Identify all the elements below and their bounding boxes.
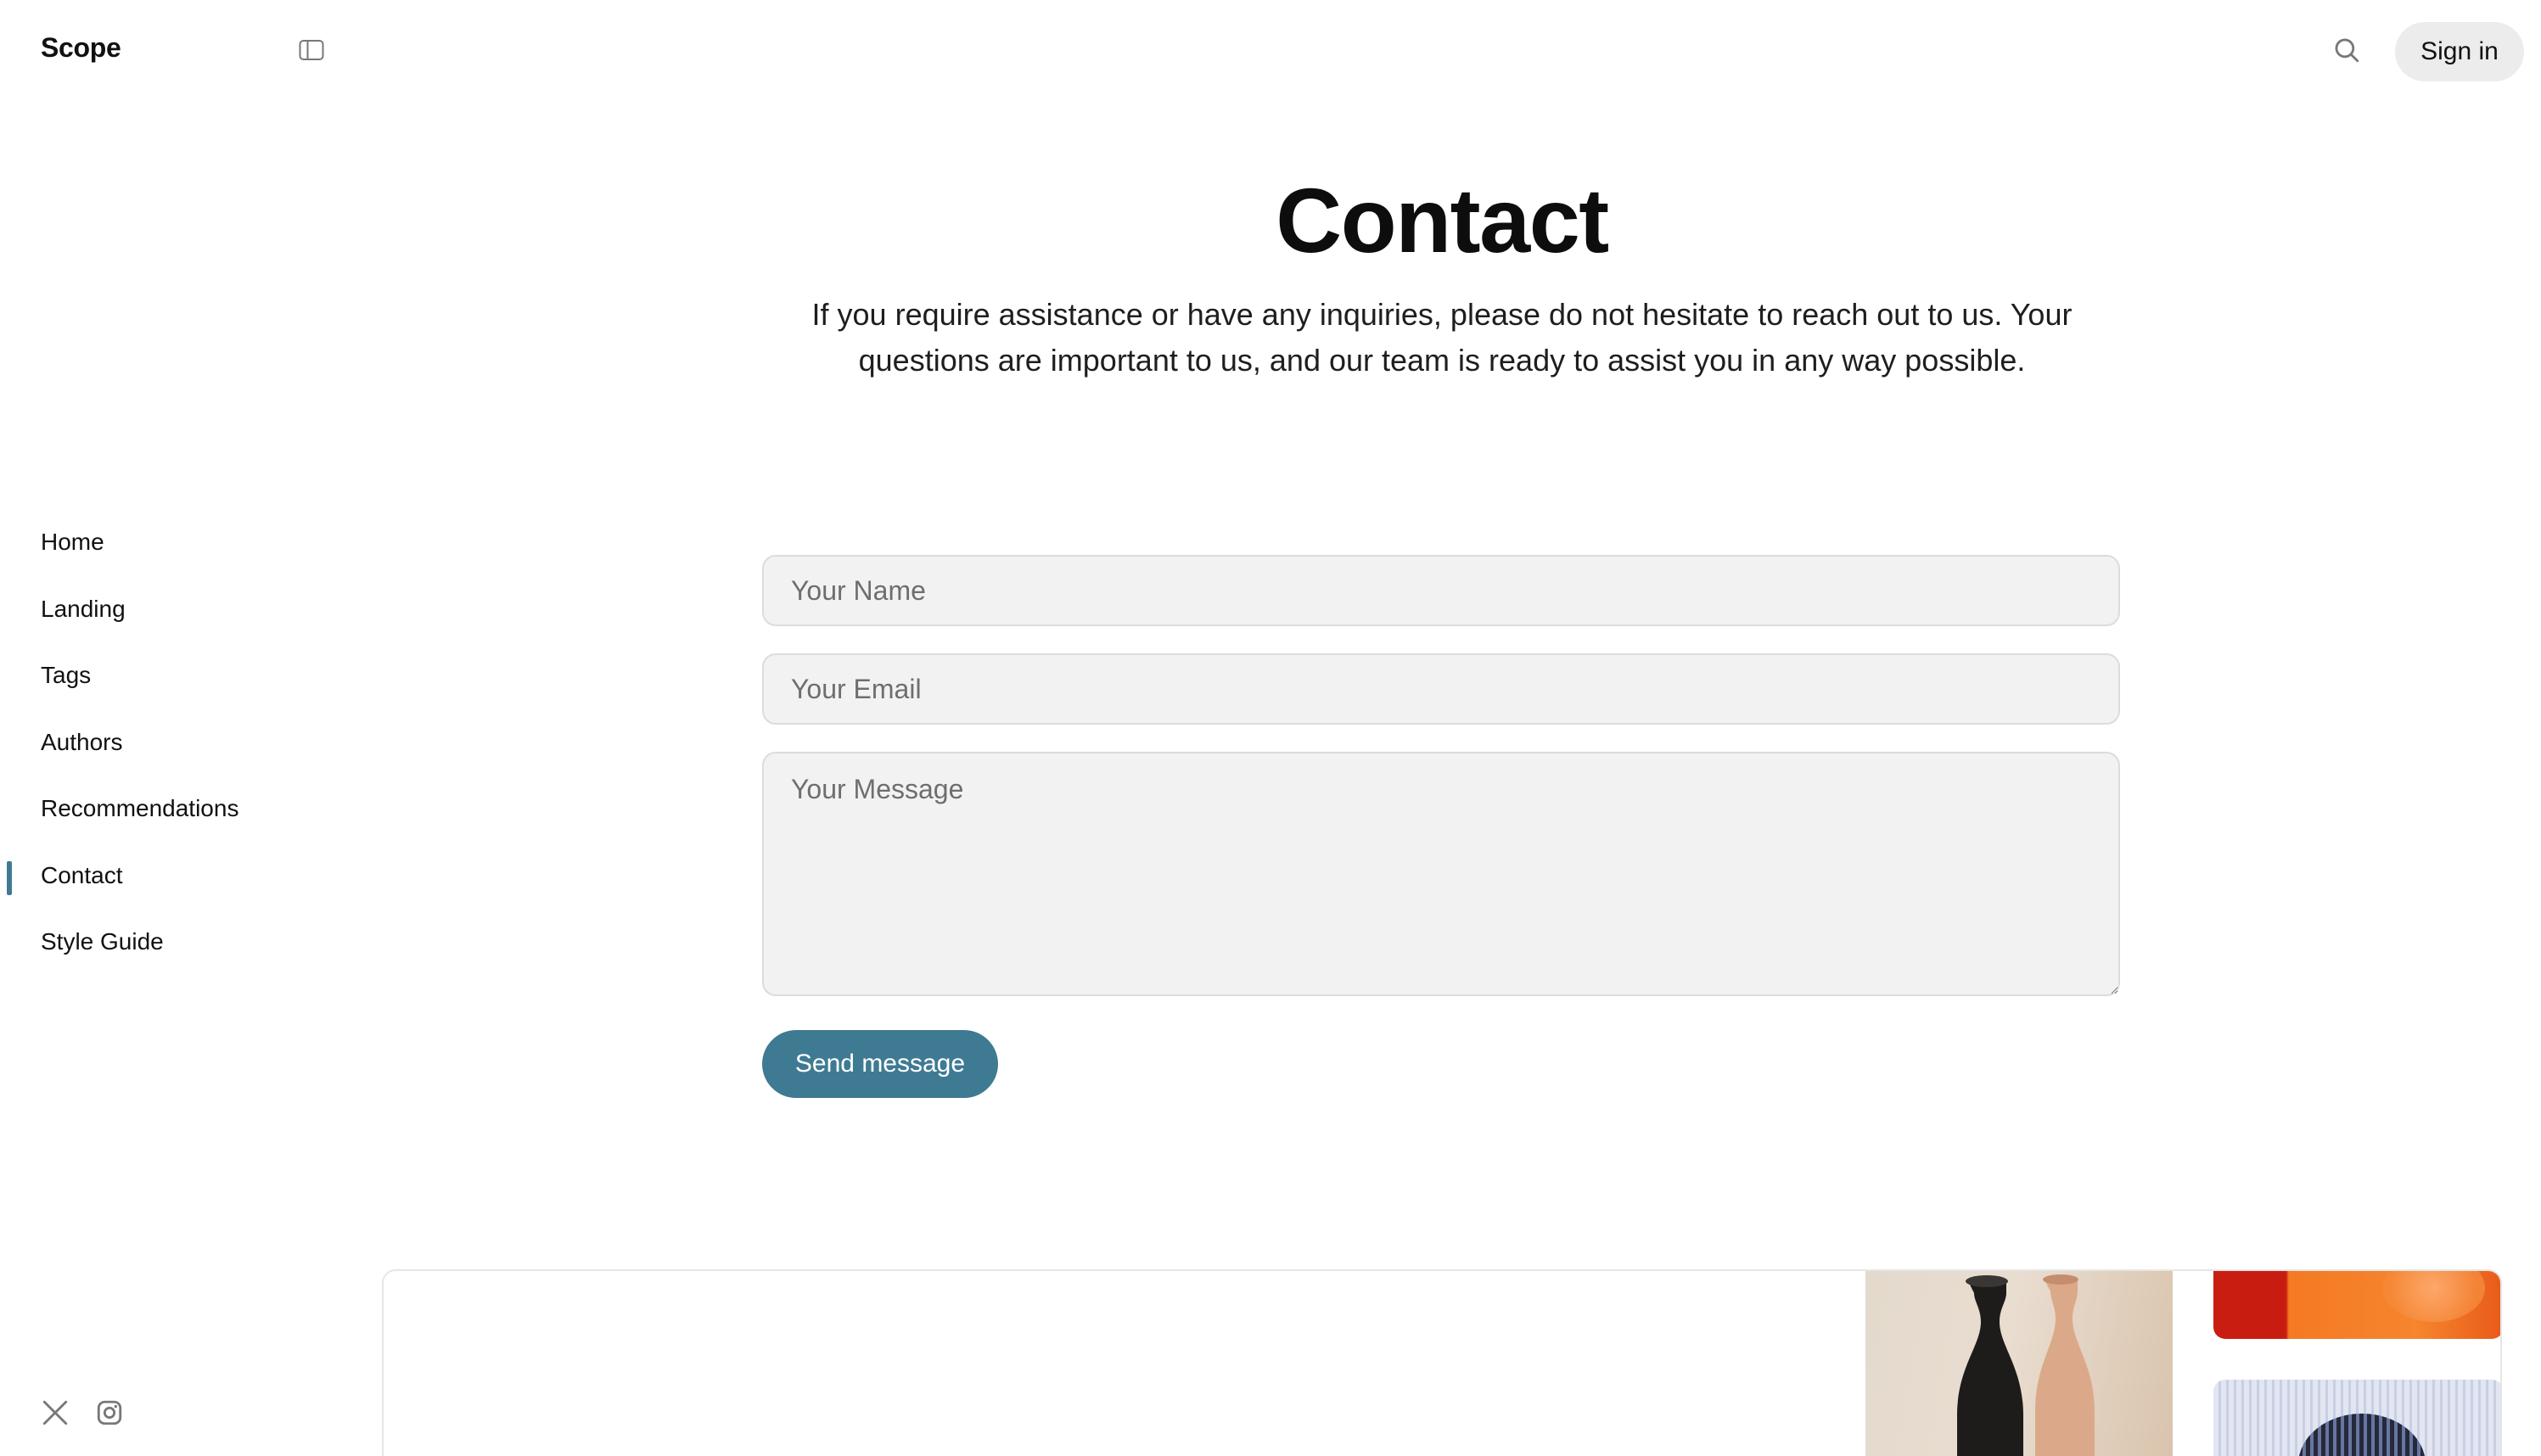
sidebar-item-tags[interactable]: Tags [0, 642, 339, 709]
x-icon[interactable] [41, 1398, 70, 1427]
sidebar-item-home[interactable]: Home [0, 509, 339, 576]
orange-abstract-image [2213, 1271, 2500, 1339]
sign-in-button[interactable]: Sign in [2395, 22, 2524, 81]
sidebar-toggle-icon[interactable] [299, 39, 324, 61]
striped-abstract-image [2213, 1380, 2500, 1456]
sidebar-item-label: Style Guide [41, 928, 164, 955]
sidebar-item-style-guide[interactable]: Style Guide [0, 909, 339, 976]
sidebar-nav: Home Landing Tags Authors Recommendation… [0, 509, 339, 976]
sidebar-item-label: Landing [41, 595, 126, 622]
sidebar-item-label: Home [41, 529, 104, 556]
sidebar-item-landing[interactable]: Landing [0, 576, 339, 643]
social-links [41, 1398, 124, 1427]
sidebar-item-label: Authors [41, 728, 123, 755]
instagram-icon[interactable] [95, 1398, 124, 1427]
message-field[interactable] [762, 752, 2120, 996]
sidebar-item-label: Recommendations [41, 795, 239, 822]
sidebar-item-label: Tags [41, 662, 92, 689]
page: Scope Home Landing Tags Authors Recommen… [0, 0, 2541, 1456]
sidebar-item-recommendations[interactable]: Recommendations [0, 776, 339, 843]
brand-logo[interactable]: Scope [41, 32, 121, 64]
sidebar-item-label: Contact [41, 861, 123, 888]
page-title: Contact [1276, 169, 1609, 272]
vases-image [1865, 1271, 2173, 1456]
search-icon[interactable] [2332, 36, 2361, 64]
send-message-button[interactable]: Send message [762, 1030, 998, 1098]
email-field[interactable] [762, 653, 2120, 725]
name-field[interactable] [762, 555, 2120, 626]
sidebar-item-authors[interactable]: Authors [0, 709, 339, 776]
sidebar-item-contact[interactable]: Contact [0, 843, 339, 910]
page-intro: If you require assistance or have any in… [811, 297, 2073, 378]
featured-card[interactable] [382, 1269, 2502, 1456]
